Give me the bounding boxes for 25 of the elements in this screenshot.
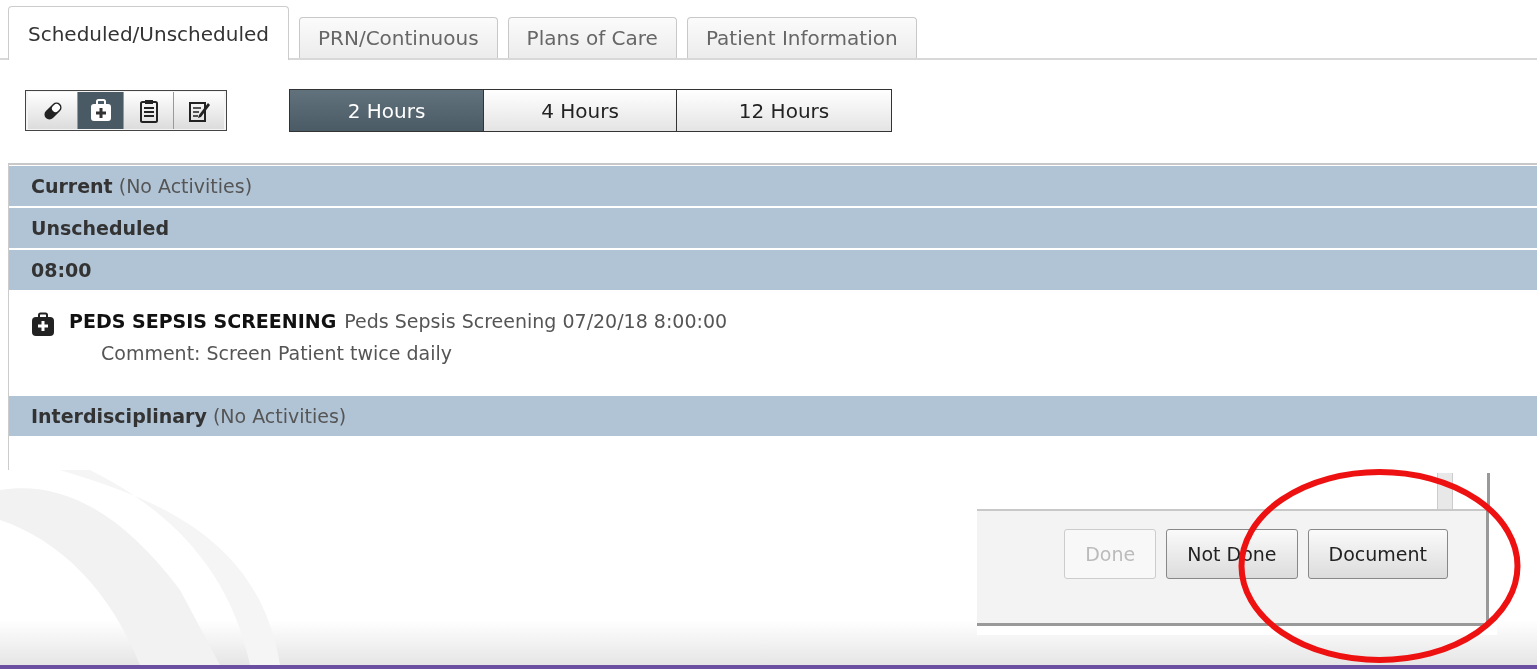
time-range-button[interactable]: 4 Hours <box>484 90 677 131</box>
section-header[interactable]: Current (No Activities) <box>9 166 1537 208</box>
clipboard-view-button[interactable] <box>124 92 174 129</box>
tab[interactable]: Plans of Care <box>507 17 677 58</box>
tab[interactable]: Patient Information <box>686 17 917 58</box>
tab[interactable]: Scheduled/Unscheduled <box>8 6 289 60</box>
activity-detail: Peds Sepsis Screening 07/20/18 8:00:00 <box>344 310 728 332</box>
medical-kit-icon <box>31 312 55 336</box>
section-title: Unscheduled <box>31 217 170 239</box>
note-view-button[interactable] <box>174 92 224 129</box>
kit-view-button[interactable] <box>78 92 124 129</box>
activity-comment: Comment: Screen Patient twice daily <box>101 342 454 364</box>
pill-view-button[interactable] <box>28 92 78 129</box>
action-button[interactable]: Document <box>1307 529 1448 579</box>
tab[interactable]: PRN/Continuous <box>299 17 498 58</box>
section-note: (No Activities) <box>212 405 347 427</box>
section-title: 08:00 <box>31 259 92 281</box>
section-header[interactable]: Interdisciplinary (No Activities) <box>9 396 1537 438</box>
time-range-button[interactable]: 2 Hours <box>290 90 484 131</box>
section-title: Interdisciplinary <box>31 405 207 427</box>
section-header[interactable]: Unscheduled <box>9 208 1537 250</box>
activity-name[interactable]: PEDS SEPSIS SCREENING <box>69 310 337 332</box>
section-note: (No Activities) <box>118 175 253 197</box>
section-header[interactable]: 08:00 <box>9 250 1537 292</box>
section-title: Current <box>31 175 113 197</box>
